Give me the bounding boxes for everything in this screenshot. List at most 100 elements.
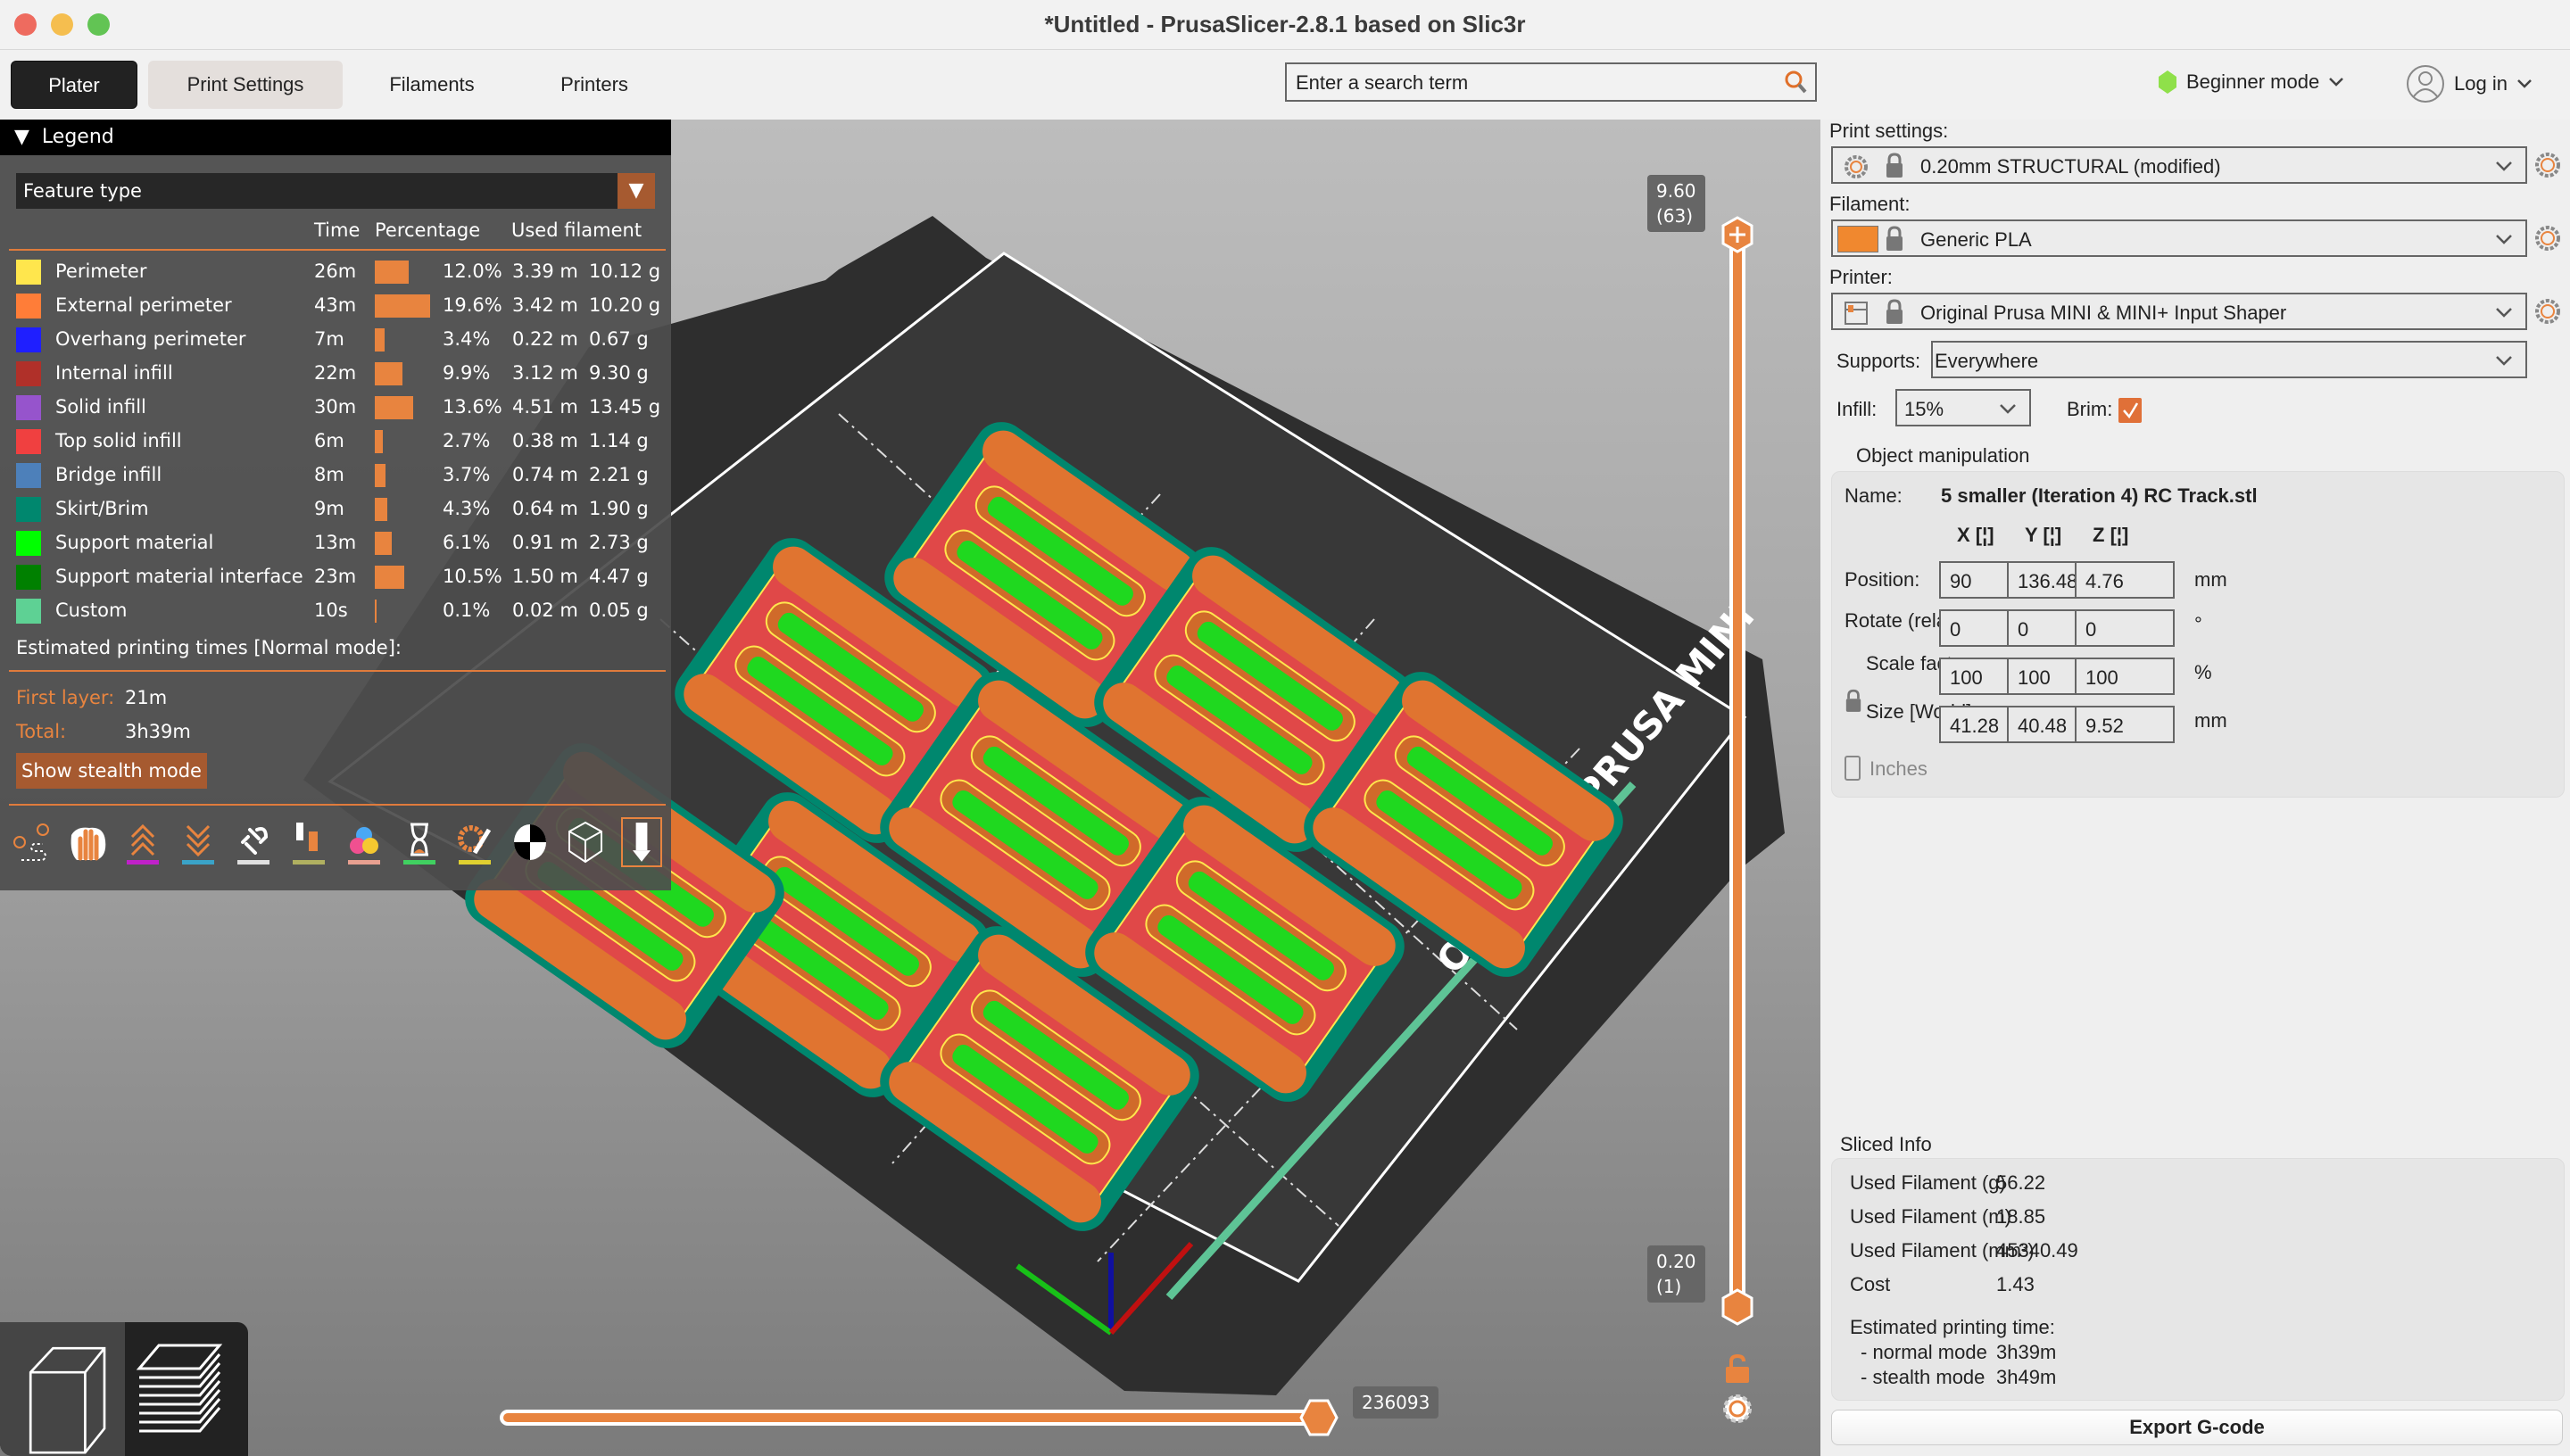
legend-row[interactable]: Overhang perimeter 7m 3.4% 0.22 m 0.67 g <box>16 323 659 357</box>
print-settings-combo[interactable]: 0.20mm STRUCTURAL (modified) <box>1831 146 2527 184</box>
printer-combo[interactable]: Original Prusa MINI & MINI+ Input Shaper <box>1831 293 2527 330</box>
legend-row[interactable]: Bridge infill 8m 3.7% 0.74 m 2.21 g <box>16 459 659 492</box>
right-sidebar: Print settings: 0.20mm STRUCTURAL (modif… <box>1820 120 2570 1456</box>
percentage-bar <box>375 294 430 318</box>
tool-marker-icon[interactable] <box>621 817 662 867</box>
rotate-z-field[interactable]: 0 <box>2075 609 2175 647</box>
scale-lock-icon[interactable] <box>1845 688 1862 715</box>
collapse-triangle-icon: ▼ <box>14 126 29 148</box>
legend-row[interactable]: Custom 10s 0.1% 0.02 m 0.05 g <box>16 594 659 628</box>
layer-slider-bottom-thumb[interactable] <box>1720 1288 1754 1326</box>
feature-time: 22m <box>314 362 357 384</box>
filament-value: Generic PLA <box>1920 228 2032 251</box>
view-type-select[interactable]: Feature type ▼ <box>16 173 655 209</box>
layer-slider-track[interactable] <box>1729 227 1745 1308</box>
divider <box>9 670 666 672</box>
mode-label: Beginner mode <box>2186 70 2320 93</box>
shells-icon[interactable] <box>566 817 607 867</box>
sliced-info-label: Used Filament (m) <box>1850 1205 2011 1228</box>
legend-row[interactable]: Top solid infill 6m 2.7% 0.38 m 1.14 g <box>16 425 659 459</box>
tool-changes-icon[interactable] <box>289 817 330 867</box>
header-used-filament: Used filament <box>511 219 642 241</box>
login-label: Log in <box>2454 72 2508 95</box>
3d-preview-canvas[interactable]: ORIGINAL PRUSA MINI ▼ Legend Feature typ… <box>0 120 1820 1456</box>
percentage-bar <box>375 532 393 555</box>
percentage-bar <box>375 261 409 284</box>
feature-name: Solid infill <box>55 396 146 418</box>
retractions-icon[interactable] <box>123 817 164 867</box>
deretractions-icon[interactable] <box>178 817 220 867</box>
legend-panel: ▼ Legend Feature type ▼ Time Percentage … <box>0 120 671 890</box>
seams-icon[interactable] <box>234 817 275 867</box>
login-menu[interactable]: Log in <box>2406 64 2533 103</box>
axis-y-label: Y [¦] <box>2025 524 2062 546</box>
legend-row[interactable]: Support material 13m 6.1% 0.91 m 2.73 g <box>16 526 659 560</box>
position-z-field[interactable]: 4.76 <box>2075 561 2175 599</box>
color-changes-icon[interactable] <box>344 817 386 867</box>
unlock-icon[interactable] <box>1724 1354 1751 1383</box>
size-z-field[interactable]: 9.52 <box>2075 706 2175 743</box>
feature-grams: 9.30 g <box>589 362 649 384</box>
filament-combo[interactable]: Generic PLA <box>1831 219 2527 257</box>
brim-checkbox[interactable] <box>2118 398 2142 423</box>
tab-printers[interactable]: Printers <box>521 61 667 109</box>
layer-slider-top-thumb[interactable] <box>1720 216 1754 253</box>
wipe-icon[interactable] <box>68 817 109 867</box>
move-slider-thumb[interactable] <box>1299 1399 1339 1436</box>
feature-meters: 0.64 m <box>512 498 578 519</box>
inches-checkbox[interactable] <box>1845 756 1861 781</box>
normal-mode-value: 3h39m <box>1996 1341 2057 1363</box>
move-slider-track[interactable] <box>500 1410 1321 1426</box>
print-settings-gear-icon <box>1845 155 1868 178</box>
feature-name: External perimeter <box>55 294 232 316</box>
search-input[interactable]: Enter a search term <box>1285 62 1817 102</box>
brim-label: Brim: <box>2067 398 2113 420</box>
legend-row[interactable]: Perimeter 26m 12.0% 3.39 m 10.12 g <box>16 255 660 289</box>
feature-name: Top solid infill <box>55 430 182 451</box>
estimated-title: Estimated printing times [Normal mode]: <box>16 637 402 658</box>
divider <box>9 804 666 806</box>
legend-row[interactable]: External perimeter 43m 19.6% 3.42 m 10.20 g <box>16 289 660 323</box>
layers-preview-icon[interactable] <box>134 1342 232 1440</box>
legend-row[interactable]: Solid infill 30m 13.6% 4.51 m 13.45 g <box>16 391 660 425</box>
tab-filaments[interactable]: Filaments <box>361 61 503 109</box>
legend-row[interactable]: Support material interface 23m 10.5% 1.50 m… <box>16 560 659 594</box>
pause-prints-icon[interactable] <box>400 817 441 867</box>
infill-combo[interactable]: 15% <box>1895 389 2031 426</box>
scale-z-field[interactable]: 100 <box>2075 658 2175 695</box>
show-stealth-mode-button[interactable]: Show stealth mode <box>16 753 207 789</box>
edit-printer-gear-icon[interactable] <box>2534 298 2561 325</box>
size-unit: mm <box>2194 709 2227 732</box>
print-settings-value: 0.20mm STRUCTURAL (modified) <box>1920 155 2221 178</box>
tab-plater[interactable]: Plater <box>11 61 137 109</box>
feature-time: 43m <box>314 294 357 316</box>
legend-header[interactable]: ▼ Legend <box>0 120 671 155</box>
tab-print-settings[interactable]: Print Settings <box>148 61 343 109</box>
slider-settings-gear-icon[interactable] <box>1722 1394 1753 1424</box>
feature-name: Internal infill <box>55 362 173 384</box>
position-unit: mm <box>2194 568 2227 591</box>
feature-percentage: 0.1% <box>443 600 491 621</box>
travel-icon[interactable] <box>12 817 54 867</box>
feature-color-swatch <box>16 395 41 420</box>
infill-label: Infill: <box>1836 398 1878 420</box>
mode-selector[interactable]: Beginner mode <box>2158 70 2344 95</box>
export-gcode-button[interactable]: Export G-code <box>1831 1410 2563 1445</box>
percentage-bar <box>375 464 386 487</box>
edit-filament-gear-icon[interactable] <box>2534 225 2561 252</box>
sliced-info-value: 45340.49 <box>1996 1239 2078 1262</box>
center-of-gravity-icon[interactable] <box>510 817 551 867</box>
edit-print-settings-gear-icon[interactable] <box>2534 152 2561 178</box>
legend-row[interactable]: Internal infill 22m 9.9% 3.12 m 9.30 g <box>16 357 659 391</box>
3d-view-button[interactable] <box>0 1322 125 1456</box>
object-manipulation-title: Object manipulation <box>1856 444 2030 467</box>
filament-color-swatch[interactable] <box>1837 226 1878 252</box>
supports-combo[interactable]: Everywhere <box>1931 341 2527 378</box>
search-icon[interactable] <box>1783 70 1808 95</box>
legend-row[interactable]: Skirt/Brim 9m 4.3% 0.64 m 1.90 g <box>16 492 659 526</box>
first-layer-value: 21m <box>125 687 168 708</box>
custom-gcode-icon[interactable] <box>455 817 496 867</box>
dropdown-arrow-icon[interactable]: ▼ <box>618 173 655 209</box>
printer-value: Original Prusa MINI & MINI+ Input Shaper <box>1920 302 2287 324</box>
bottom-layer-number: (1) <box>1656 1276 1682 1297</box>
